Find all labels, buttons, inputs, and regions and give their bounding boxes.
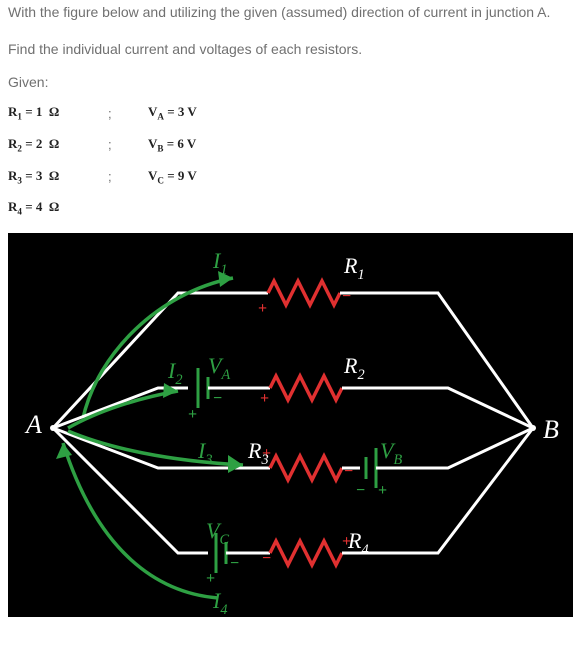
- svg-text:+: +: [260, 390, 269, 407]
- r1-label: R1: [343, 253, 365, 283]
- i4-label: I4: [212, 588, 227, 617]
- vb-label: VB: [380, 438, 402, 468]
- node-b-label: B: [543, 415, 559, 444]
- given-r2: R2 = 2 Ω: [8, 136, 108, 154]
- svg-text:+: +: [258, 300, 267, 317]
- given-r4: R4 = 4 Ω: [8, 199, 108, 217]
- svg-text:−: −: [344, 463, 353, 480]
- given-sep: ;: [108, 137, 148, 152]
- given-r1: R1 = 1 Ω: [8, 104, 108, 122]
- svg-text:−: −: [230, 555, 239, 572]
- given-va: VA = 3 V: [148, 104, 268, 122]
- svg-text:−: −: [342, 288, 351, 305]
- svg-text:+: +: [378, 482, 387, 499]
- given-r3: R3 = 3 Ω: [8, 168, 108, 186]
- circuit-diagram: A B + − R1 I1 + − +: [8, 233, 573, 617]
- r3-label: R3: [247, 438, 269, 468]
- given-sep: ;: [108, 169, 148, 184]
- given-grid: R1 = 1 Ω ; VA = 3 V R2 = 2 Ω ; VB = 6 V …: [8, 104, 573, 216]
- vc-label: VC: [206, 518, 229, 548]
- i2-label: I2: [167, 358, 182, 388]
- i3-label: I3: [197, 438, 212, 468]
- given-vc: VC = 9 V: [148, 168, 268, 186]
- svg-text:−: −: [356, 482, 365, 499]
- given-vb: VB = 6 V: [148, 136, 268, 154]
- i1-label: I1: [212, 248, 227, 278]
- va-label: VA: [208, 353, 230, 383]
- given-label: Given:: [8, 74, 573, 90]
- svg-text:−: −: [213, 390, 222, 407]
- svg-text:+: +: [206, 570, 215, 587]
- r2-label: R2: [343, 353, 365, 383]
- instruction-line-1: With the figure below and utilizing the …: [8, 0, 573, 25]
- instruction-line-2: Find the individual current and voltages…: [8, 37, 573, 62]
- given-sep: ;: [108, 106, 148, 121]
- svg-text:+: +: [188, 406, 197, 423]
- node-a-label: A: [24, 410, 42, 439]
